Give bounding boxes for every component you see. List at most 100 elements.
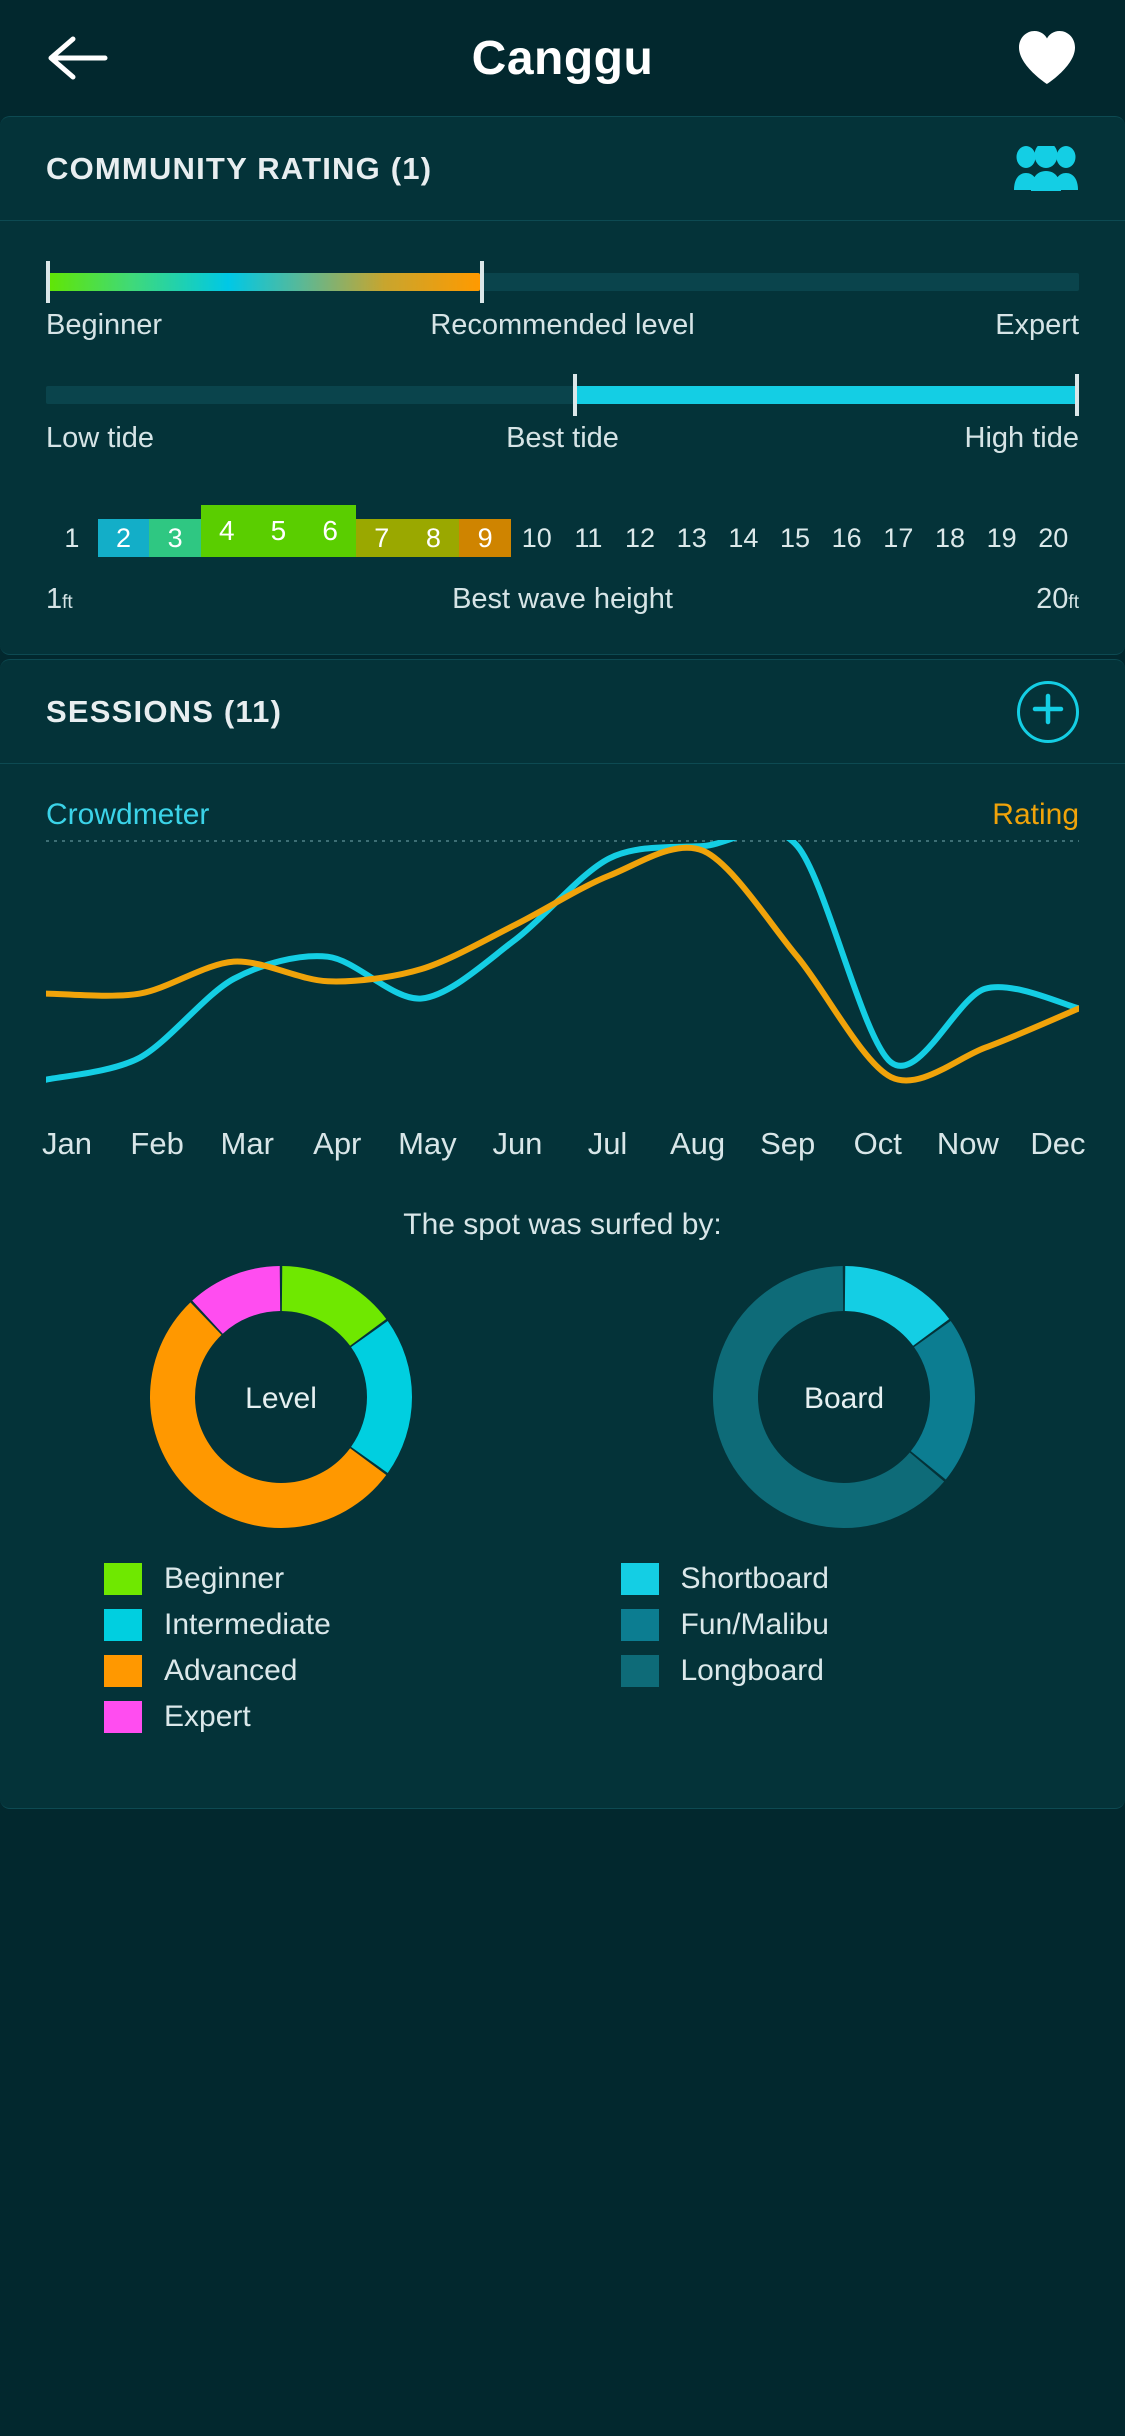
month-label: Dec [1030, 1126, 1086, 1161]
back-button[interactable] [40, 20, 116, 96]
best-tide-slider[interactable]: Low tide Best tide High tide [46, 374, 1079, 455]
legend-crowdmeter: Crowdmeter [46, 798, 210, 831]
wave-height-tick[interactable]: 17 [873, 519, 925, 557]
skill-label-mid: Recommended level [430, 309, 695, 341]
wave-height-caption: 1ft Best wave height 20ft [46, 583, 1079, 616]
donut-charts: Level Board [0, 1262, 1125, 1532]
wave-height-tick[interactable]: 12 [614, 519, 666, 557]
wave-height-tick[interactable]: 7 [355, 519, 408, 557]
wave-height-tick[interactable]: 3 [149, 519, 201, 557]
wave-height-tick[interactable]: 8 [407, 519, 460, 557]
wave-min: 1ft [46, 583, 73, 615]
surfed-by-label: The spot was surfed by: [403, 1208, 722, 1241]
favorite-button[interactable] [1009, 20, 1085, 96]
legend-swatch [104, 1609, 142, 1641]
plus-circle-icon [1030, 691, 1066, 732]
skill-label-right: Expert [995, 309, 1080, 341]
legend-item: Advanced [104, 1654, 563, 1688]
tide-label-right: High tide [964, 422, 1079, 454]
legend-label: Longboard [680, 1654, 824, 1687]
wave-height-scale[interactable]: 1 2 3 4 5 6 7 8 9 10 11 12 13 14 15 16 17 18 19 20 [46, 499, 1079, 557]
wave-height-tick[interactable]: 20 [1027, 519, 1079, 557]
wave-height-tick[interactable]: 5 [252, 505, 305, 557]
community-rating-body: Beginner Recommended level Expert Low ti… [0, 221, 1125, 654]
month-label: Oct [853, 1126, 902, 1161]
skill-track[interactable] [46, 261, 1079, 303]
legend-swatch [104, 1563, 142, 1595]
legend-label: Expert [164, 1700, 251, 1733]
legend-label: Shortboard [680, 1562, 829, 1595]
page-title: Canggu [471, 31, 654, 85]
month-label: Apr [313, 1126, 362, 1161]
board-donut-wrap: Board [563, 1262, 1125, 1532]
month-label: Now [936, 1126, 999, 1161]
wave-height-tick[interactable]: 11 [563, 519, 615, 557]
legend-swatch [620, 1655, 659, 1687]
wave-height-tick[interactable]: 18 [924, 519, 976, 557]
legend-item: Longboard [620, 1654, 1080, 1688]
legend-label: Beginner [164, 1562, 285, 1595]
sessions-card: SESSIONS (11) Crowdmeter Rating Jan Feb Ma… [0, 659, 1125, 1809]
tide-handle-left[interactable] [572, 374, 577, 416]
legend-label: Intermediate [164, 1608, 331, 1641]
month-axis: Jan Feb Mar Apr May Jun Jul Aug Sep Oct Now Dec [0, 1126, 1125, 1162]
legend-label: Fun/Malibu [680, 1608, 829, 1641]
sessions-body: Crowdmeter Rating Jan Feb Mar Apr May Jun Jul A… [0, 764, 1125, 1808]
heart-filled-icon [1016, 29, 1078, 87]
month-label: Sep [760, 1126, 816, 1161]
wave-caption-text: Best wave height [452, 583, 673, 615]
month-label: May [398, 1126, 457, 1161]
skill-handle-left[interactable] [46, 261, 50, 303]
community-rating-header: COMMUNITY RATING (1) [0, 117, 1125, 221]
app-bar: Canggu [0, 0, 1125, 116]
legend-swatch [620, 1563, 659, 1595]
wave-height-tick[interactable]: 4 [200, 505, 253, 557]
chart-legend: Crowdmeter Rating [46, 798, 1079, 832]
skill-labels: Beginner Recommended level Expert [46, 309, 1079, 342]
wave-max: 20ft [1036, 583, 1079, 615]
skill-fill [46, 273, 480, 291]
legend-item: Beginner [104, 1562, 563, 1596]
legend-item: Intermediate [104, 1608, 563, 1642]
board-donut-chart: Board [712, 1266, 975, 1529]
tide-label-left: Low tide [46, 422, 155, 454]
wave-height-tick[interactable]: 19 [976, 519, 1028, 557]
month-label: Jan [42, 1126, 93, 1161]
donut-slice [910, 1321, 975, 1480]
wave-height-tick[interactable]: 6 [304, 505, 356, 557]
chart-series-rating [46, 844, 1079, 1084]
level-legend: Beginner Intermediate Advanced Expert [46, 1562, 563, 1734]
tide-handle-right[interactable] [1075, 374, 1079, 416]
legend-item: Fun/Malibu [620, 1608, 1080, 1642]
skill-label-left: Beginner [46, 309, 163, 341]
legend-swatch [104, 1701, 142, 1733]
legend-rating: Rating [992, 798, 1079, 831]
sessions-title: SESSIONS (11) [46, 693, 283, 729]
donut-legends: Beginner Intermediate Advanced Expert Short… [0, 1562, 1125, 1734]
legend-item: Expert [104, 1700, 563, 1734]
add-session-button[interactable] [1017, 680, 1079, 743]
legend-item: Shortboard [620, 1562, 1080, 1596]
month-label: Jun [492, 1126, 543, 1161]
donut-slice [351, 1321, 413, 1473]
wave-height-tick[interactable]: 9 [459, 519, 511, 557]
wave-height-tick[interactable]: 16 [821, 519, 873, 557]
sessions-header: SESSIONS (11) [0, 660, 1125, 764]
app-screen: Canggu COMMUNITY RATING (1) Beginner Rec… [0, 0, 1125, 2436]
bottom-spacer [0, 1734, 1125, 1768]
wave-height-tick[interactable]: 10 [511, 519, 563, 557]
wave-height-tick[interactable]: 1 [46, 519, 98, 557]
level-donut-chart: Level [150, 1266, 413, 1528]
chart-series-crowdmeter [46, 840, 1079, 1083]
recommended-level-slider[interactable]: Beginner Recommended level Expert [46, 261, 1079, 342]
seasonality-chart: Crowdmeter Rating [0, 798, 1125, 1108]
wave-height-tick[interactable]: 2 [97, 519, 150, 557]
tide-track[interactable] [46, 374, 1079, 416]
wave-height-tick[interactable]: 15 [769, 519, 821, 557]
skill-handle-right[interactable] [479, 261, 484, 303]
wave-height-tick[interactable]: 13 [666, 519, 718, 557]
legend-swatch [620, 1609, 659, 1641]
wave-height-tick[interactable]: 14 [718, 519, 770, 557]
people-group-icon[interactable] [1013, 145, 1079, 192]
community-rating-title: COMMUNITY RATING (1) [46, 150, 433, 186]
